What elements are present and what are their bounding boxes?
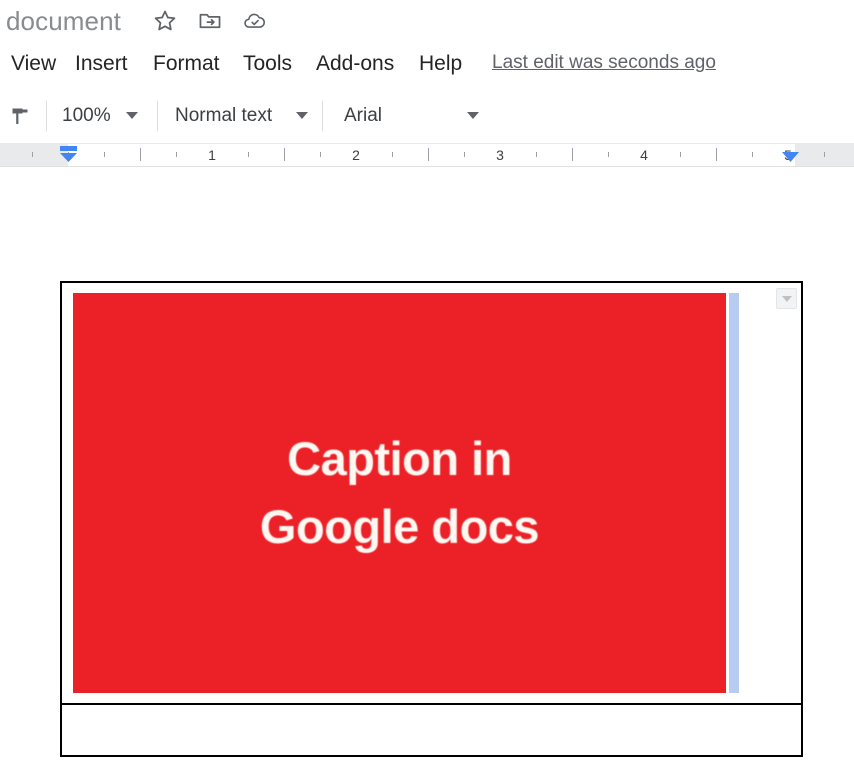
title-bar: document — [0, 0, 854, 44]
menu-item-help[interactable]: Help — [416, 51, 465, 77]
paragraph-style-dropdown[interactable]: Normal text — [165, 99, 313, 133]
ruler-tick — [248, 152, 249, 157]
paragraph-style-value: Normal text — [175, 105, 272, 127]
image-selection-highlight — [729, 293, 739, 693]
ruler-tick — [536, 152, 537, 157]
document-canvas[interactable]: Caption in Google docs — [0, 167, 854, 779]
menu-item-add-ons[interactable]: Add-ons — [313, 51, 397, 77]
ruler-tick — [824, 152, 825, 157]
toolbar-separator-3 — [322, 101, 323, 131]
ruler-tick — [752, 152, 753, 157]
ruler-left-margin-zone — [0, 144, 68, 166]
ruler-tick — [32, 152, 33, 157]
menu-item-view[interactable]: View — [8, 51, 59, 77]
ruler-tick — [608, 152, 609, 157]
document-title[interactable]: document — [6, 6, 121, 37]
ruler-number: 2 — [352, 147, 360, 163]
font-family-dropdown[interactable]: Arial — [334, 99, 486, 133]
menu-bar: View Insert Format Tools Add-ons Help La… — [0, 44, 854, 88]
chevron-down-icon[interactable] — [296, 112, 308, 119]
document-page[interactable]: Caption in Google docs — [0, 167, 854, 779]
ruler-tick — [716, 148, 717, 161]
font-family-value: Arial — [344, 105, 382, 127]
left-indent-marker[interactable] — [59, 145, 78, 164]
menu-item-insert[interactable]: Insert — [72, 51, 131, 77]
menu-item-tools[interactable]: Tools — [240, 51, 295, 77]
image-caption-line-1: Caption in — [287, 425, 512, 493]
inserted-image[interactable]: Caption in Google docs — [73, 293, 726, 693]
image-caption-line-2: Google docs — [260, 493, 539, 561]
caption-cell[interactable] — [61, 704, 802, 756]
table-row[interactable]: Caption in Google docs — [61, 282, 802, 704]
toolbar-separator-2 — [157, 101, 158, 131]
image-options-dropdown-button[interactable] — [776, 288, 797, 309]
star-icon[interactable] — [152, 8, 178, 34]
horizontal-ruler[interactable]: 12345 — [0, 144, 854, 167]
ruler-tick — [104, 152, 105, 157]
paint-roller-icon[interactable] — [4, 99, 38, 133]
ruler-number: 1 — [208, 147, 216, 163]
menu-item-format[interactable]: Format — [150, 51, 223, 77]
image-wrap: Caption in Google docs — [62, 283, 801, 703]
ruler-tick — [572, 148, 573, 161]
ruler-tick — [680, 152, 681, 157]
ruler-tick — [464, 152, 465, 157]
chevron-down-icon[interactable] — [126, 112, 138, 119]
zoom-level-value: 100% — [62, 105, 111, 127]
formatting-toolbar: 100% Normal text Arial − 11 + B I U A — [0, 89, 854, 144]
move-to-folder-icon[interactable] — [197, 8, 223, 34]
chevron-down-icon — [782, 296, 792, 302]
right-indent-marker[interactable] — [781, 151, 800, 164]
table-row[interactable] — [61, 704, 802, 756]
chevron-down-icon[interactable] — [467, 112, 479, 119]
caption-table[interactable]: Caption in Google docs — [60, 281, 803, 757]
ruler-tick — [284, 148, 285, 161]
ruler-number: 4 — [640, 147, 648, 163]
image-cell[interactable]: Caption in Google docs — [61, 282, 802, 704]
ruler-tick — [428, 148, 429, 161]
ruler-tick — [392, 152, 393, 157]
last-edit-status-link[interactable]: Last edit was seconds ago — [492, 52, 716, 74]
toolbar-separator-1 — [46, 101, 47, 131]
saved-to-drive-cloud-icon[interactable] — [242, 8, 268, 34]
ruler-tick — [320, 152, 321, 157]
ruler-tick — [140, 148, 141, 161]
ruler-number: 3 — [496, 147, 504, 163]
ruler-tick — [176, 152, 177, 157]
